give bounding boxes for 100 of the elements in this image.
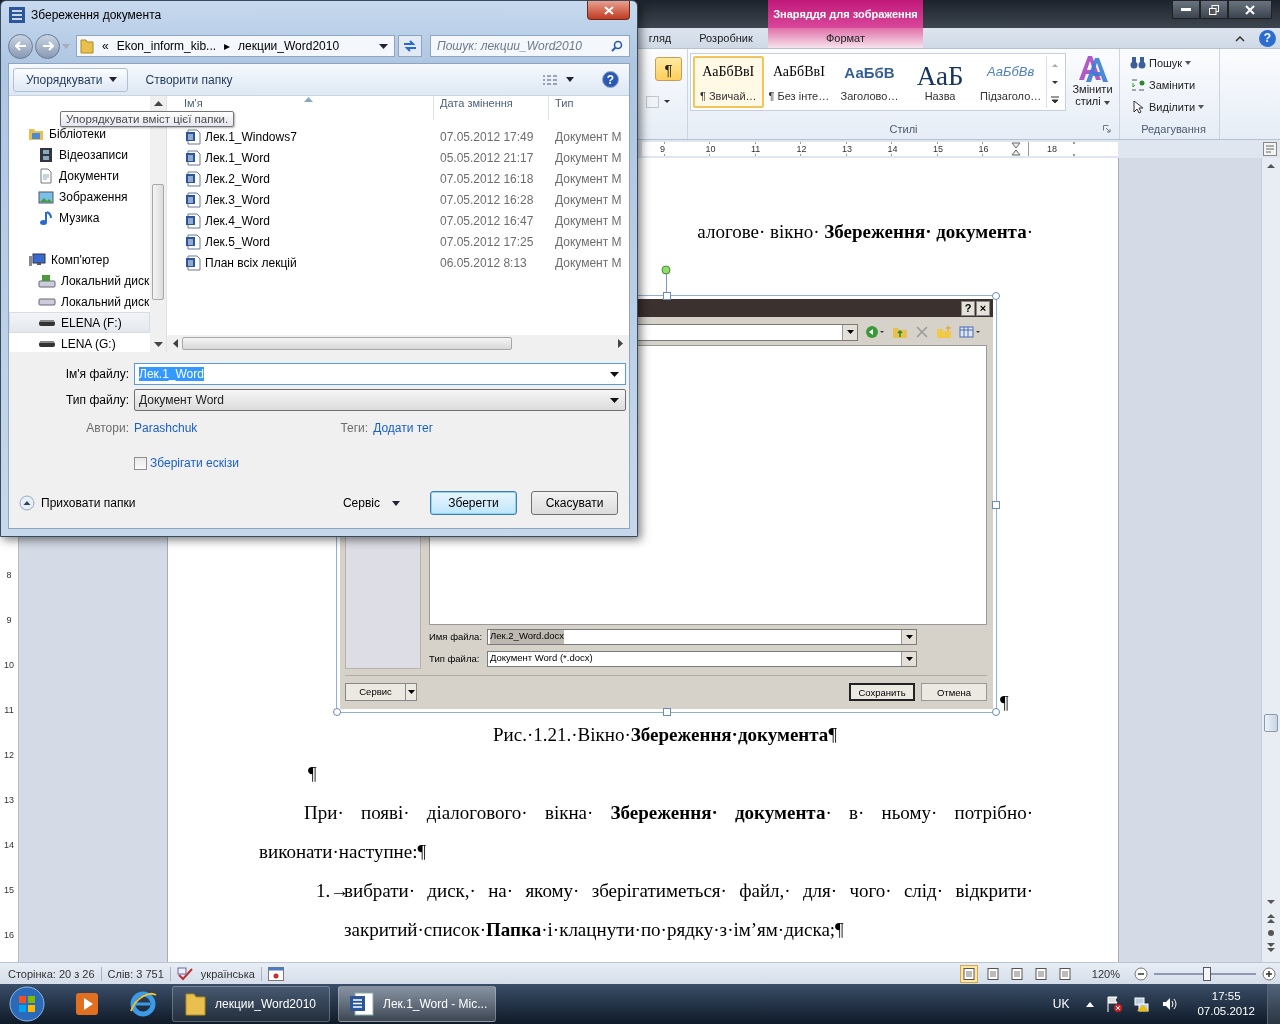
tools-button[interactable]: Сервіс xyxy=(342,496,400,510)
rotation-handle[interactable] xyxy=(661,265,671,275)
file-type-dropdown[interactable]: Документ Word xyxy=(134,389,626,411)
style-tile[interactable]: АаБбВв Підзаголо… xyxy=(975,56,1046,108)
resize-handle[interactable] xyxy=(663,708,671,716)
restore-button[interactable] xyxy=(1200,0,1228,19)
nav-item[interactable]: Відеозаписи xyxy=(9,144,150,165)
flag-icon[interactable] xyxy=(1105,995,1124,1013)
scroll-down-icon[interactable] xyxy=(153,342,163,348)
network-icon[interactable] xyxy=(1133,995,1152,1013)
horizontal-scrollbar[interactable] xyxy=(167,335,629,352)
word-count[interactable]: Слів: 3 751 xyxy=(107,967,164,980)
editing-button[interactable]: Замінити xyxy=(1130,75,1205,94)
ribbon-tab[interactable]: Розробник xyxy=(684,28,768,48)
show-marks-button[interactable]: ¶ xyxy=(655,57,682,81)
new-folder-button[interactable]: Створити папку xyxy=(135,72,243,87)
language-indicator[interactable]: українська xyxy=(200,967,255,980)
file-row[interactable]: План всіх лекцій 06.05.2012 8:13 Документ М xyxy=(167,252,629,273)
breadcrumb-item[interactable]: Ekon_inform_kib... xyxy=(116,39,217,53)
dialog-launcher-icon[interactable] xyxy=(1103,125,1111,133)
page-count[interactable]: Сторінка: 20 з 26 xyxy=(8,967,95,980)
start-button[interactable] xyxy=(8,985,46,1023)
style-tile[interactable]: АаБбВ Заголово… xyxy=(834,56,905,108)
resize-handle[interactable] xyxy=(992,708,1000,716)
style-tile[interactable]: АаБ Назва xyxy=(904,56,976,108)
organize-button[interactable]: Упорядкувати xyxy=(13,67,128,92)
style-tile[interactable]: АаБбВвІ ¶ Звичай… xyxy=(693,56,764,108)
file-row[interactable]: Лек.1_Windows7 07.05.2012 17:49 Документ М xyxy=(167,126,629,147)
help-button[interactable]: ? xyxy=(1259,29,1276,47)
address-bar[interactable]: « Ekon_inform_kib... ▸ лекции_Word2010 xyxy=(76,35,395,57)
dialog-button[interactable]: Зберегти xyxy=(430,491,517,515)
input-language[interactable]: UK xyxy=(1052,997,1070,1011)
close-button[interactable] xyxy=(587,1,630,20)
change-styles-button[interactable]: Змінити стилі xyxy=(1068,53,1117,111)
view-button[interactable] xyxy=(959,964,978,983)
search-field[interactable]: Пошук: лекции_Word2010 xyxy=(430,35,630,57)
vertical-scrollbar[interactable] xyxy=(1261,158,1280,962)
editing-button[interactable]: Пошук xyxy=(1130,53,1205,72)
resize-handle[interactable] xyxy=(333,708,341,716)
ribbon-tab[interactable]: гляд xyxy=(636,28,684,48)
nav-item[interactable]: LENA (G:) xyxy=(9,333,150,352)
scroll-right-icon[interactable] xyxy=(618,339,624,348)
media-player-icon[interactable] xyxy=(73,990,101,1018)
add-tag-link[interactable]: Додати тег xyxy=(373,421,434,435)
resize-handle[interactable] xyxy=(663,292,671,300)
zoom-out-icon[interactable] xyxy=(1134,966,1148,981)
ruler-toggle-icon[interactable] xyxy=(1263,142,1277,156)
editing-button[interactable]: Виділити xyxy=(1130,97,1205,116)
close-button[interactable] xyxy=(1228,0,1272,19)
borders-icon[interactable] xyxy=(645,95,673,109)
proofing-icon[interactable] xyxy=(176,966,195,981)
nav-item[interactable]: Комп'ютер xyxy=(9,249,150,270)
clock-time[interactable]: 17:55 xyxy=(1211,989,1241,1004)
authors-link[interactable]: Parashchuk xyxy=(134,421,198,435)
dialog-button[interactable]: Скасувати xyxy=(531,491,618,515)
scroll-up-icon[interactable] xyxy=(153,100,163,106)
column-header[interactable]: Ім'я xyxy=(184,97,203,109)
minimize-button[interactable] xyxy=(1172,0,1200,19)
macro-record-icon[interactable] xyxy=(267,966,284,981)
zoom-in-icon[interactable] xyxy=(1262,966,1276,981)
zoom-level[interactable]: 120% xyxy=(1091,967,1120,980)
file-row[interactable]: Лек.3_Word 07.05.2012 16:28 Документ М xyxy=(167,189,629,210)
file-row[interactable]: Лек.5_Word 07.05.2012 17:25 Документ М xyxy=(167,231,629,252)
scroll-thumb[interactable] xyxy=(152,184,164,300)
scroll-left-icon[interactable] xyxy=(172,339,178,348)
back-button[interactable] xyxy=(8,33,33,59)
nav-item[interactable]: Документи xyxy=(9,165,150,186)
resize-handle[interactable] xyxy=(992,292,1000,300)
nav-item[interactable]: Локальний диск xyxy=(9,270,150,291)
show-hidden-icons[interactable] xyxy=(1085,1000,1096,1008)
resize-handle[interactable] xyxy=(992,501,1000,509)
column-header[interactable]: Дата змінення xyxy=(440,97,513,109)
nav-item[interactable]: Музика xyxy=(9,207,150,228)
file-row[interactable]: Лек.1_Word 05.05.2012 21:17 Документ М xyxy=(167,147,629,168)
zoom-slider-thumb[interactable] xyxy=(1203,966,1212,981)
refresh-button[interactable] xyxy=(398,35,422,57)
scroll-thumb[interactable] xyxy=(1264,714,1278,732)
collapse-ribbon-icon[interactable] xyxy=(1235,34,1245,42)
scroll-thumb[interactable] xyxy=(182,337,512,350)
taskbar-button[interactable]: Лек.1_Word - Mic... xyxy=(338,986,496,1022)
forward-button[interactable] xyxy=(35,33,60,59)
nav-item[interactable]: Локальний диск xyxy=(9,291,150,312)
hide-folders-button[interactable]: Приховати папки xyxy=(19,495,136,511)
nav-item[interactable]: ELENA (F:) xyxy=(9,312,150,333)
browser-icon[interactable] xyxy=(128,989,158,1019)
breadcrumb-separator[interactable]: ▸ xyxy=(224,39,231,53)
indent-marker-icon[interactable] xyxy=(1011,142,1021,156)
style-tile[interactable]: АаБбВвІ ¶ Без інте… xyxy=(763,56,835,108)
nav-item[interactable]: Зображення xyxy=(9,186,150,207)
breadcrumb-overflow[interactable]: « xyxy=(102,39,109,53)
column-header[interactable]: Тип xyxy=(555,97,574,109)
breadcrumb-item[interactable]: лекции_Word2010 xyxy=(238,39,340,53)
file-row[interactable]: Лек.2_Word 07.05.2012 16:18 Документ М xyxy=(167,168,629,189)
caret-icon[interactable] xyxy=(566,77,574,82)
clock-date[interactable]: 07.05.2012 xyxy=(1197,1004,1255,1019)
checkbox[interactable] xyxy=(134,456,147,470)
taskbar-button[interactable]: лекции_Word2010 xyxy=(172,986,330,1022)
ribbon-tab[interactable]: Формат xyxy=(768,28,923,48)
file-row[interactable]: Лек.4_Word 07.05.2012 16:47 Документ М xyxy=(167,210,629,231)
help-button[interactable]: ? xyxy=(602,71,619,88)
